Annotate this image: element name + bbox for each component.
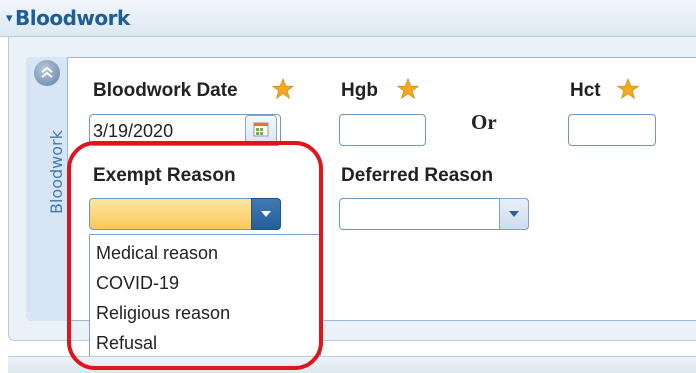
hgb-input[interactable] [339, 114, 426, 146]
bloodwork-date-label: Bloodwork Date [93, 80, 238, 101]
section-title[interactable]: ▾ Bloodwork [6, 6, 130, 30]
collapse-triangle-icon[interactable]: ▾ [6, 11, 13, 26]
hct-input[interactable] [568, 114, 656, 146]
or-label: Or [471, 110, 497, 134]
required-star-icon [272, 78, 294, 100]
double-chevron-up-icon[interactable] [34, 60, 60, 86]
chevron-down-icon [509, 211, 519, 217]
deferred-reason-dropdown-button[interactable] [499, 198, 529, 230]
annotation-highlight [67, 141, 323, 370]
calendar-icon [253, 122, 269, 137]
hct-label: Hct [570, 80, 601, 101]
panel-vertical-tab-label: Bloodwork [47, 130, 66, 214]
hgb-label: Hgb [341, 80, 378, 101]
required-star-icon [617, 78, 639, 100]
bloodwork-date-value: 3/19/2020 [93, 121, 174, 141]
required-star-icon [397, 78, 419, 100]
deferred-reason-label: Deferred Reason [341, 165, 494, 186]
section-header[interactable]: ▾ Bloodwork [0, 0, 696, 37]
section-title-text: Bloodwork [15, 6, 130, 30]
